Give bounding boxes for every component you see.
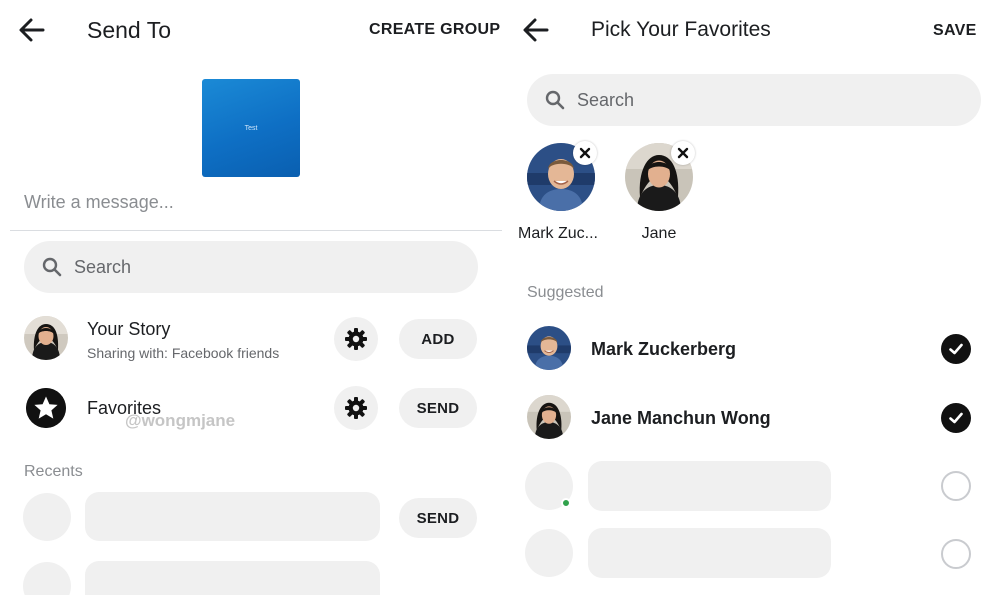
remove-mark-button[interactable] — [573, 141, 597, 165]
check-icon — [949, 343, 963, 355]
suggested-name-placeholder — [588, 528, 831, 578]
suggested-name-jane: Jane Manchun Wong — [591, 408, 771, 428]
close-icon — [579, 147, 591, 159]
suggested-avatar-mark — [527, 326, 571, 370]
gear-icon — [345, 328, 367, 350]
select-jane-checkbox[interactable] — [941, 403, 971, 433]
back-button[interactable] — [14, 12, 50, 48]
select-mark-checkbox[interactable] — [941, 334, 971, 364]
favorites-settings-button[interactable] — [334, 386, 378, 430]
suggested-avatar-placeholder — [525, 529, 573, 577]
suggested-label: Suggested — [527, 284, 604, 301]
search-input[interactable]: Search — [24, 241, 478, 293]
search-placeholder: Search — [74, 256, 132, 277]
story-title: Your Story — [87, 319, 171, 339]
check-icon — [949, 412, 963, 424]
recent-name-placeholder — [85, 561, 380, 595]
recent-avatar-placeholder — [23, 493, 71, 541]
pick-favorites-panel: Pick Your Favorites SAVE Search Mark Zuc… — [508, 0, 990, 595]
favorites-avatar[interactable] — [26, 388, 66, 428]
search-icon — [545, 90, 565, 110]
recent-name-placeholder — [85, 492, 380, 541]
message-input[interactable]: Write a message... — [24, 192, 174, 213]
divider — [10, 230, 502, 231]
page-title: Pick Your Favorites — [591, 18, 771, 41]
search-icon — [42, 257, 62, 277]
arrow-left-icon — [19, 18, 45, 42]
story-avatar[interactable] — [24, 316, 68, 360]
story-settings-button[interactable] — [334, 317, 378, 361]
recents-label: Recents — [24, 463, 83, 480]
selected-name-jane: Jane — [641, 225, 677, 242]
page-title: Send To — [87, 17, 171, 43]
back-button[interactable] — [518, 12, 554, 48]
suggested-avatar-jane — [527, 395, 571, 439]
save-button[interactable]: SAVE — [933, 22, 977, 40]
send-to-panel: Send To CREATE GROUP Test Write a messag… — [0, 0, 502, 595]
recent-avatar-placeholder — [23, 562, 71, 595]
gear-icon — [345, 397, 367, 419]
select-checkbox-empty[interactable] — [941, 539, 971, 569]
story-subtitle: Sharing with: Facebook friends — [87, 345, 280, 361]
arrow-left-icon — [523, 18, 549, 42]
select-checkbox-empty[interactable] — [941, 471, 971, 501]
online-status-dot — [561, 498, 571, 508]
story-add-button[interactable]: ADD — [399, 319, 477, 359]
selected-name-mark: Mark Zuc... — [517, 225, 598, 242]
favorites-send-button[interactable]: SEND — [399, 388, 477, 428]
suggested-name-placeholder — [588, 461, 831, 511]
search-placeholder: Search — [577, 89, 635, 110]
preview-text: Test — [244, 124, 258, 132]
recent-send-button[interactable]: SEND — [399, 498, 477, 538]
create-group-button[interactable]: CREATE GROUP — [369, 21, 500, 39]
watermark: @wongmjane — [125, 411, 236, 430]
remove-jane-button[interactable] — [671, 141, 695, 165]
close-icon — [677, 147, 689, 159]
star-icon — [26, 388, 66, 428]
search-input[interactable]: Search — [527, 74, 981, 126]
media-preview: Test — [202, 79, 300, 177]
suggested-name-mark: Mark Zuckerberg — [591, 339, 737, 359]
